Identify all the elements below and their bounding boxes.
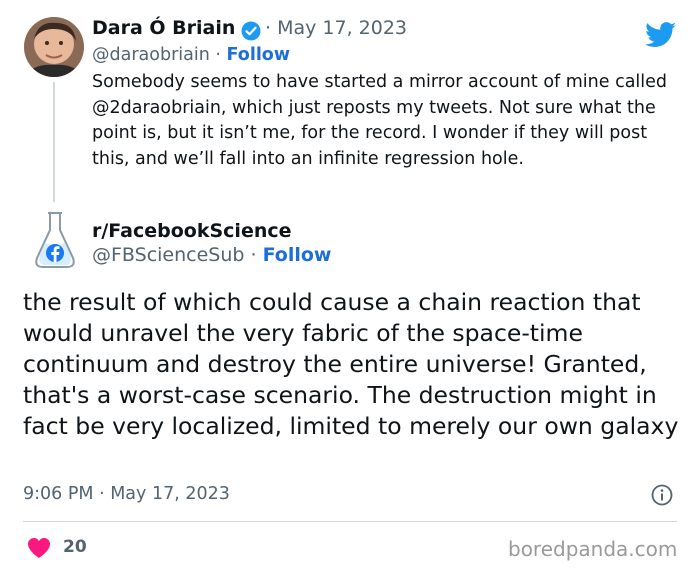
heart-icon[interactable] — [27, 537, 51, 559]
like-count: 20 — [63, 537, 87, 557]
divider — [23, 521, 677, 522]
reply-author-handle[interactable]: @FBScienceSub — [92, 244, 244, 266]
author-handle-row: @daraobriain · Follow — [92, 45, 291, 65]
flask-facebook-logo-icon[interactable] — [29, 210, 81, 270]
twitter-bird-icon[interactable] — [645, 22, 677, 48]
reply-follow-button[interactable]: Follow — [263, 244, 332, 266]
author-name[interactable]: Dara Ó Briain — [92, 17, 235, 39]
verified-badge-icon — [241, 21, 261, 41]
reply-handle-row: @FBScienceSub · Follow — [92, 244, 332, 266]
info-icon[interactable] — [651, 484, 673, 506]
avatar-dara[interactable] — [24, 17, 84, 77]
reply-timestamp[interactable]: 9:06 PM · May 17, 2023 — [23, 484, 230, 504]
tweet-date[interactable]: · May 17, 2023 — [265, 17, 407, 39]
reply-author-name[interactable]: r/FacebookScience — [92, 220, 292, 242]
author-handle[interactable]: @daraobriain — [92, 45, 210, 65]
reply-text: the result of which could cause a chain … — [23, 288, 679, 440]
tweet-text: Somebody seems to have started a mirror … — [92, 72, 668, 169]
watermark: boredpanda.com — [508, 537, 678, 561]
thread-connector-line — [53, 82, 55, 202]
follow-button[interactable]: Follow — [227, 45, 290, 65]
